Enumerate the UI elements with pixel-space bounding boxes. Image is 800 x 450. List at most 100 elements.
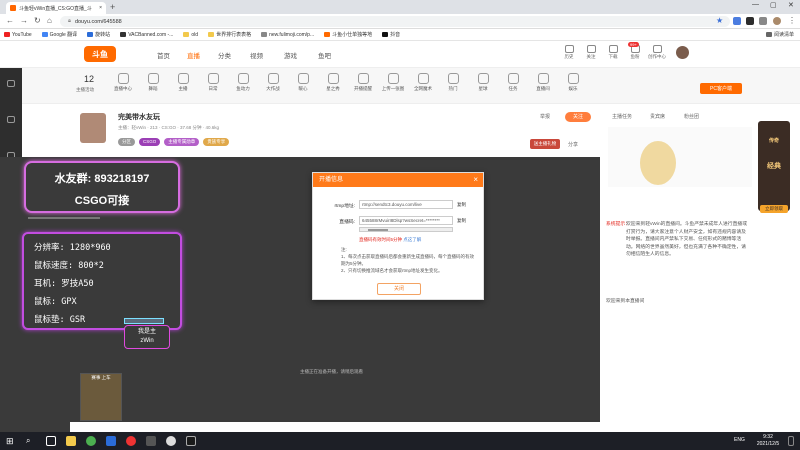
ad-banner[interactable]: 传奇 经典 bbox=[758, 121, 790, 211]
clock-time[interactable]: 9:32 bbox=[756, 434, 780, 440]
game-thumbnail[interactable]: 赛事 上车 bbox=[80, 373, 122, 421]
bookmark-vacbanned[interactable]: VACBanned.com -... bbox=[120, 32, 173, 38]
follow-button[interactable]: 关注 bbox=[565, 112, 591, 122]
extension-icon[interactable] bbox=[759, 17, 767, 25]
forward-icon[interactable]: → bbox=[20, 16, 28, 26]
category-item[interactable]: 日常 bbox=[198, 73, 228, 92]
category-item[interactable]: 全网魔术 bbox=[408, 73, 438, 92]
bookmark-item[interactable]: 斗鱼小仕单独等地 bbox=[324, 31, 372, 38]
task-view-icon[interactable] bbox=[46, 436, 56, 446]
category-item[interactable]: 星之秀 bbox=[318, 73, 348, 92]
share-button[interactable]: 分享 bbox=[568, 141, 578, 148]
back-icon[interactable]: ← bbox=[6, 16, 14, 26]
star-icon[interactable]: ★ bbox=[716, 17, 724, 25]
nav-home[interactable]: 首页 bbox=[157, 50, 170, 60]
douyu-logo[interactable]: 斗鱼 bbox=[84, 46, 116, 62]
category-icon bbox=[507, 73, 519, 84]
search-icon[interactable]: ⌕ bbox=[26, 436, 36, 446]
reload-icon[interactable]: ↻ bbox=[34, 16, 41, 26]
close-window-icon[interactable]: ✕ bbox=[788, 1, 794, 9]
category-item[interactable]: 开播提醒 bbox=[348, 73, 378, 92]
category-item[interactable]: 娱乐 bbox=[558, 73, 588, 92]
tab-close-icon[interactable]: × bbox=[99, 5, 102, 11]
nav-yuba[interactable]: 鱼吧 bbox=[318, 50, 331, 60]
learn-more-link[interactable]: 点这了解 bbox=[403, 237, 421, 242]
category-item[interactable]: 直播间 bbox=[528, 73, 558, 92]
clock-date[interactable]: 2021/12/5 bbox=[752, 441, 784, 447]
chrome-icon[interactable] bbox=[86, 436, 96, 446]
history-button[interactable]: 历史 bbox=[560, 45, 578, 60]
key-scrollbar[interactable] bbox=[359, 227, 453, 232]
category-item[interactable]: 舞蹈 bbox=[138, 73, 168, 92]
fans-button[interactable]: 鱼粉 bbox=[626, 45, 644, 60]
nav-games[interactable]: 游戏 bbox=[284, 50, 297, 60]
file-explorer-icon[interactable] bbox=[66, 436, 76, 446]
close-icon[interactable]: × bbox=[473, 174, 478, 186]
app-icon[interactable] bbox=[166, 436, 176, 446]
category-item[interactable]: 直播中心 bbox=[108, 73, 138, 92]
category-item[interactable]: 主播 bbox=[168, 73, 198, 92]
pc-client-button[interactable]: PC客户端 bbox=[700, 83, 742, 94]
room-tag[interactable]: 分区 bbox=[118, 138, 135, 146]
windows-start-icon[interactable]: ⊞ bbox=[6, 436, 16, 446]
home-icon[interactable]: ⌂ bbox=[47, 16, 52, 26]
app-icon[interactable] bbox=[126, 436, 136, 446]
address-bar[interactable]: 🔒︎ douyu.com/645588 bbox=[60, 16, 730, 27]
follow-list-button[interactable]: 关注 bbox=[582, 45, 600, 60]
nav-category[interactable]: 分类 bbox=[218, 50, 231, 60]
nav-live[interactable]: 直播 bbox=[187, 50, 200, 60]
category-item[interactable]: 暖心 bbox=[288, 73, 318, 92]
room-tag[interactable]: CSGO bbox=[139, 138, 161, 146]
app-icon[interactable] bbox=[106, 436, 116, 446]
app-icon[interactable] bbox=[146, 436, 156, 446]
category-item[interactable]: 星球 bbox=[468, 73, 498, 92]
scroll-thumb[interactable] bbox=[368, 229, 388, 231]
creator-center-button[interactable]: 创作中心 bbox=[648, 45, 666, 60]
neon-divider bbox=[28, 217, 100, 219]
show-desktop-icon[interactable] bbox=[788, 436, 794, 446]
category-item[interactable]: 上传一张图 bbox=[378, 73, 408, 92]
extension-icon[interactable] bbox=[733, 17, 741, 25]
bookmark-google-translate[interactable]: Google 翻译 bbox=[41, 31, 77, 38]
tab-vip[interactable]: 贵宾席 bbox=[650, 113, 665, 120]
nav-video[interactable]: 视频 bbox=[250, 50, 263, 60]
bookmark-douyin[interactable]: 抖音 bbox=[382, 31, 400, 38]
rtmp-address-field[interactable]: rtmp://sendtc3.douyu.com/live bbox=[359, 200, 453, 209]
copy-key-button[interactable]: 复制 bbox=[457, 218, 466, 224]
category-item[interactable]: 鱼动力 bbox=[228, 73, 258, 92]
modal-close-button[interactable]: 关闭 bbox=[377, 283, 421, 295]
user-avatar[interactable] bbox=[676, 46, 689, 59]
profile-avatar[interactable] bbox=[773, 17, 781, 25]
maximize-icon[interactable]: ▢ bbox=[770, 1, 777, 9]
bookmark-item[interactable]: 旋转站 bbox=[87, 31, 110, 38]
stream-key-field[interactable]: 645588rMvuirI8Dlsp?wsSecret=******** bbox=[359, 216, 453, 225]
ad-claim-button[interactable]: 立即领取 bbox=[760, 205, 788, 213]
category-item[interactable]: 热门 bbox=[438, 73, 468, 92]
copy-rtmp-button[interactable]: 复制 bbox=[457, 202, 466, 208]
sidebar-item[interactable] bbox=[0, 116, 22, 125]
room-tag[interactable]: 贵族专享 bbox=[203, 138, 230, 146]
bookmark-item[interactable]: 世界排行表表格 bbox=[208, 31, 251, 38]
minimize-icon[interactable]: — bbox=[752, 1, 759, 8]
download-button[interactable]: 下载 bbox=[604, 45, 622, 60]
sidebar-item[interactable] bbox=[0, 80, 22, 89]
browser-tab[interactable]: 斗鱼轻vWin直播_CS:GO直播_斗 × bbox=[6, 2, 106, 14]
category-item[interactable]: 大作战 bbox=[258, 73, 288, 92]
streamer-avatar[interactable] bbox=[80, 113, 106, 143]
tab-fanclub[interactable]: 粉丝团 bbox=[684, 113, 699, 120]
mascot-icon bbox=[640, 141, 676, 185]
report-link[interactable]: 举报 bbox=[540, 113, 550, 120]
gift-button[interactable]: 送主播礼物 bbox=[530, 139, 560, 149]
new-tab-icon[interactable]: + bbox=[110, 2, 115, 12]
bookmark-youtube[interactable]: YouTube bbox=[4, 32, 32, 38]
bookmark-item[interactable]: new.fulimoji.com/p... bbox=[261, 32, 314, 38]
bookmark-folder-old[interactable]: old bbox=[183, 32, 198, 38]
language-indicator[interactable]: ENG bbox=[734, 437, 745, 443]
reading-list[interactable]: 阅读清单 bbox=[765, 31, 794, 38]
extension-icon[interactable] bbox=[746, 17, 754, 25]
room-tag[interactable]: 主播专属勋章 bbox=[164, 138, 200, 146]
app-icon[interactable] bbox=[186, 436, 196, 446]
menu-icon[interactable]: ⋮ bbox=[788, 16, 796, 26]
category-item[interactable]: 任务 bbox=[498, 73, 528, 92]
tab-anchor-task[interactable]: 主播任务 bbox=[612, 113, 632, 120]
